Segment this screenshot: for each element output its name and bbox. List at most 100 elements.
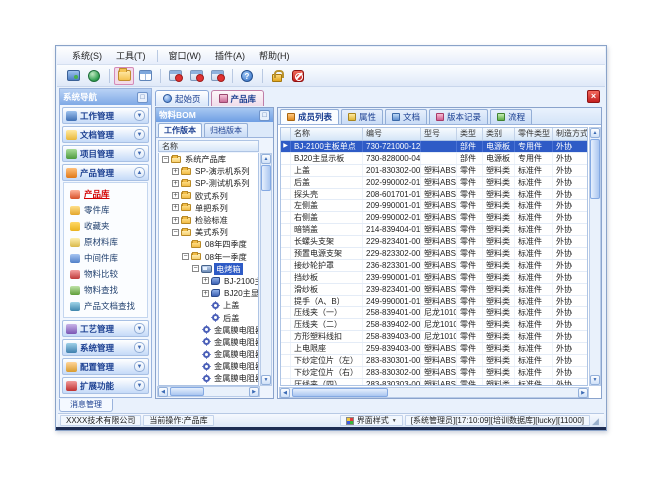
table-row[interactable]: 上电限座259-839403-00I塑料ABS零件塑料类标准件外协条: [281, 343, 587, 355]
tree-item[interactable]: +检验标准: [159, 214, 258, 226]
chevron-up-icon[interactable]: ▲: [134, 167, 145, 178]
message-tab[interactable]: 消息管理: [59, 399, 113, 412]
table-row[interactable]: 压线夹（四）283-830303-00I塑料ABS零件塑料类标准件外协条: [281, 379, 587, 386]
sidebar-item-product-library[interactable]: 产品库: [70, 186, 147, 202]
chevron-down-icon[interactable]: ▼: [134, 342, 145, 353]
scroll-up-icon[interactable]: ▲: [590, 128, 600, 138]
sidebar-section-project[interactable]: 项目管理▼: [62, 145, 149, 162]
collapse-icon[interactable]: −: [172, 229, 179, 236]
stop-button[interactable]: [288, 67, 308, 85]
table-horizontal-scrollbar[interactable]: ◀ ▶: [279, 387, 589, 398]
tab-archived-version[interactable]: 归档版本: [204, 123, 248, 137]
table-row[interactable]: 长螺头支架229-823401-00I塑料ABS零件塑料类标准件外协条: [281, 236, 587, 248]
column-header-1[interactable]: 名称: [291, 128, 363, 140]
help-button[interactable]: ?: [237, 67, 257, 85]
tree-item[interactable]: 金属膜电阻器: [159, 372, 258, 384]
table-row[interactable]: 下纱定位片（左）283-830301-00I塑料ABS零件塑料类标准件外协条: [281, 355, 587, 367]
table-row[interactable]: 探头壳208-601701-01I塑料ABS零件塑料类标准件外协条: [281, 189, 587, 201]
expand-icon[interactable]: +: [172, 192, 179, 199]
column-header-7[interactable]: 制造方式: [553, 128, 588, 140]
tree-item[interactable]: 上盖: [159, 299, 258, 311]
tree-item[interactable]: +SP-演示机系列: [159, 165, 258, 177]
folder-button[interactable]: [114, 67, 134, 85]
expand-icon[interactable]: +: [172, 168, 179, 175]
tree-hscroll-thumb[interactable]: [170, 387, 204, 396]
win3-button[interactable]: [207, 67, 227, 85]
collapse-icon[interactable]: −: [182, 253, 189, 260]
chevron-down-icon[interactable]: ▼: [134, 110, 145, 121]
column-header-2[interactable]: 编号: [363, 128, 421, 140]
tree-item[interactable]: 金属膜电阻器: [159, 348, 258, 360]
column-header-5[interactable]: 类别: [483, 128, 515, 140]
column-header-4[interactable]: 类型: [457, 128, 483, 140]
tree-item[interactable]: −电烤箱: [159, 263, 258, 275]
sidebar-item-favorites[interactable]: 收藏夹: [70, 218, 147, 234]
sidebar-section-config[interactable]: 配置管理▼: [62, 358, 149, 375]
expand-icon[interactable]: +: [172, 217, 179, 224]
screen-button[interactable]: [63, 67, 83, 85]
table-vscroll-thumb[interactable]: [590, 139, 600, 199]
bom-panel-menu-icon[interactable]: □: [259, 110, 270, 121]
sidebar-section-process[interactable]: 工艺管理▼: [62, 320, 149, 337]
chevron-down-icon[interactable]: ▼: [134, 361, 145, 372]
tab-workflow[interactable]: 流程: [490, 109, 532, 124]
sidebar-pin-icon[interactable]: □: [137, 92, 148, 103]
close-tab-button[interactable]: ×: [587, 90, 600, 103]
tree-item[interactable]: +单把系列: [159, 202, 258, 214]
expand-icon[interactable]: +: [172, 180, 179, 187]
tree-horizontal-scrollbar[interactable]: ◀ ▶: [157, 386, 260, 397]
tree-item[interactable]: 08年四季度: [159, 238, 258, 250]
tab-documents[interactable]: 文档: [385, 109, 427, 124]
sidebar-item-material-search[interactable]: 物料查找: [70, 282, 147, 298]
scroll-left-icon[interactable]: ◀: [158, 387, 168, 397]
menu-item-plugins[interactable]: 插件(A): [208, 47, 252, 64]
win1-button[interactable]: [165, 67, 185, 85]
tab-properties[interactable]: 属性: [341, 109, 383, 124]
globe-button[interactable]: [84, 67, 104, 85]
table-row[interactable]: 挡纱板239-990001-01I塑料ABS零件塑料类标准件外协条: [281, 272, 587, 284]
table-row[interactable]: 后盖202-990002-01I塑料ABS零件塑料类标准件外协条: [281, 177, 587, 189]
lock-button[interactable]: [267, 67, 287, 85]
tree-item[interactable]: −美式系列: [159, 226, 258, 238]
chevron-down-icon[interactable]: ▼: [134, 380, 145, 391]
column-header-6[interactable]: 零件类型: [515, 128, 553, 140]
collapse-icon[interactable]: −: [162, 156, 169, 163]
table-row[interactable]: 压线夹（一）258-839401-00I尼龙1010零件塑料类标准件外协条: [281, 307, 587, 319]
scroll-up-icon[interactable]: ▲: [261, 154, 271, 164]
table-row[interactable]: 暗销盖214-839404-01I塑料ABS零件塑料类标准件外协条: [281, 224, 587, 236]
scroll-right-icon[interactable]: ▶: [578, 388, 588, 398]
sidebar-section-extension[interactable]: 扩展功能▼: [62, 377, 149, 394]
expand-icon[interactable]: +: [202, 277, 209, 284]
table-row[interactable]: 预置电源支架229-823302-00I塑料ABS零件塑料类标准件外协条: [281, 248, 587, 260]
scroll-right-icon[interactable]: ▶: [249, 387, 259, 397]
sidebar-section-system[interactable]: 系统管理▼: [62, 339, 149, 356]
chevron-down-icon[interactable]: ▼: [134, 323, 145, 334]
table-vertical-scrollbar[interactable]: ▲ ▼: [589, 127, 601, 386]
tree-item[interactable]: 金属膜电阻器: [159, 324, 258, 336]
table-row[interactable]: 提手（A、B）249-990001-01I塑料ABS零件塑料类标准件外协条: [281, 296, 587, 308]
tree-vertical-scrollbar[interactable]: ▲ ▼: [260, 153, 272, 386]
tree-vscroll-thumb[interactable]: [261, 165, 271, 191]
table-row[interactable]: ▶BJ-2100主板单点730-721000-12I部件电源板专用件外协颗: [281, 141, 587, 153]
scroll-down-icon[interactable]: ▼: [590, 375, 600, 385]
expand-icon[interactable]: +: [202, 290, 209, 297]
table-row[interactable]: 滑纱板239-823401-00I塑料ABS零件塑料类标准件外协条: [281, 284, 587, 296]
tree-item[interactable]: +BJ20主显示板: [159, 287, 258, 299]
table-row[interactable]: 左侧盖209-990001-01I塑料ABS零件塑料类标准件外协条: [281, 200, 587, 212]
menu-item-system[interactable]: 系统(S): [65, 47, 109, 64]
sidebar-section-document[interactable]: 文档管理▼: [62, 126, 149, 143]
tab-start-page[interactable]: 起始页: [155, 90, 209, 106]
collapse-icon[interactable]: −: [192, 265, 199, 272]
sidebar-item-product-doc-search[interactable]: 产品文档查找: [70, 298, 147, 314]
sidebar-item-part-library[interactable]: 零件库: [70, 202, 147, 218]
table-row[interactable]: 压线夹（二）258-839402-00I尼龙1010零件塑料类标准件外协条: [281, 319, 587, 331]
resize-grip[interactable]: ◢: [592, 416, 602, 426]
table-row[interactable]: 方形塑料线扣258-839403-00I尼龙1010零件塑料类标准件外协条: [281, 331, 587, 343]
tree-item[interactable]: +BJ-2100主板,单点: [159, 275, 258, 287]
tab-member-list[interactable]: 成员列表: [280, 109, 339, 124]
sidebar-item-material-compare[interactable]: 物料比较: [70, 266, 147, 282]
tab-product-library[interactable]: 产品库: [211, 90, 265, 106]
table-row[interactable]: BJ20主显示板730-828000-04I部件电源板专用件外协颗: [281, 153, 587, 165]
scroll-left-icon[interactable]: ◀: [280, 388, 290, 398]
tree-item[interactable]: +欧式系列: [159, 190, 258, 202]
